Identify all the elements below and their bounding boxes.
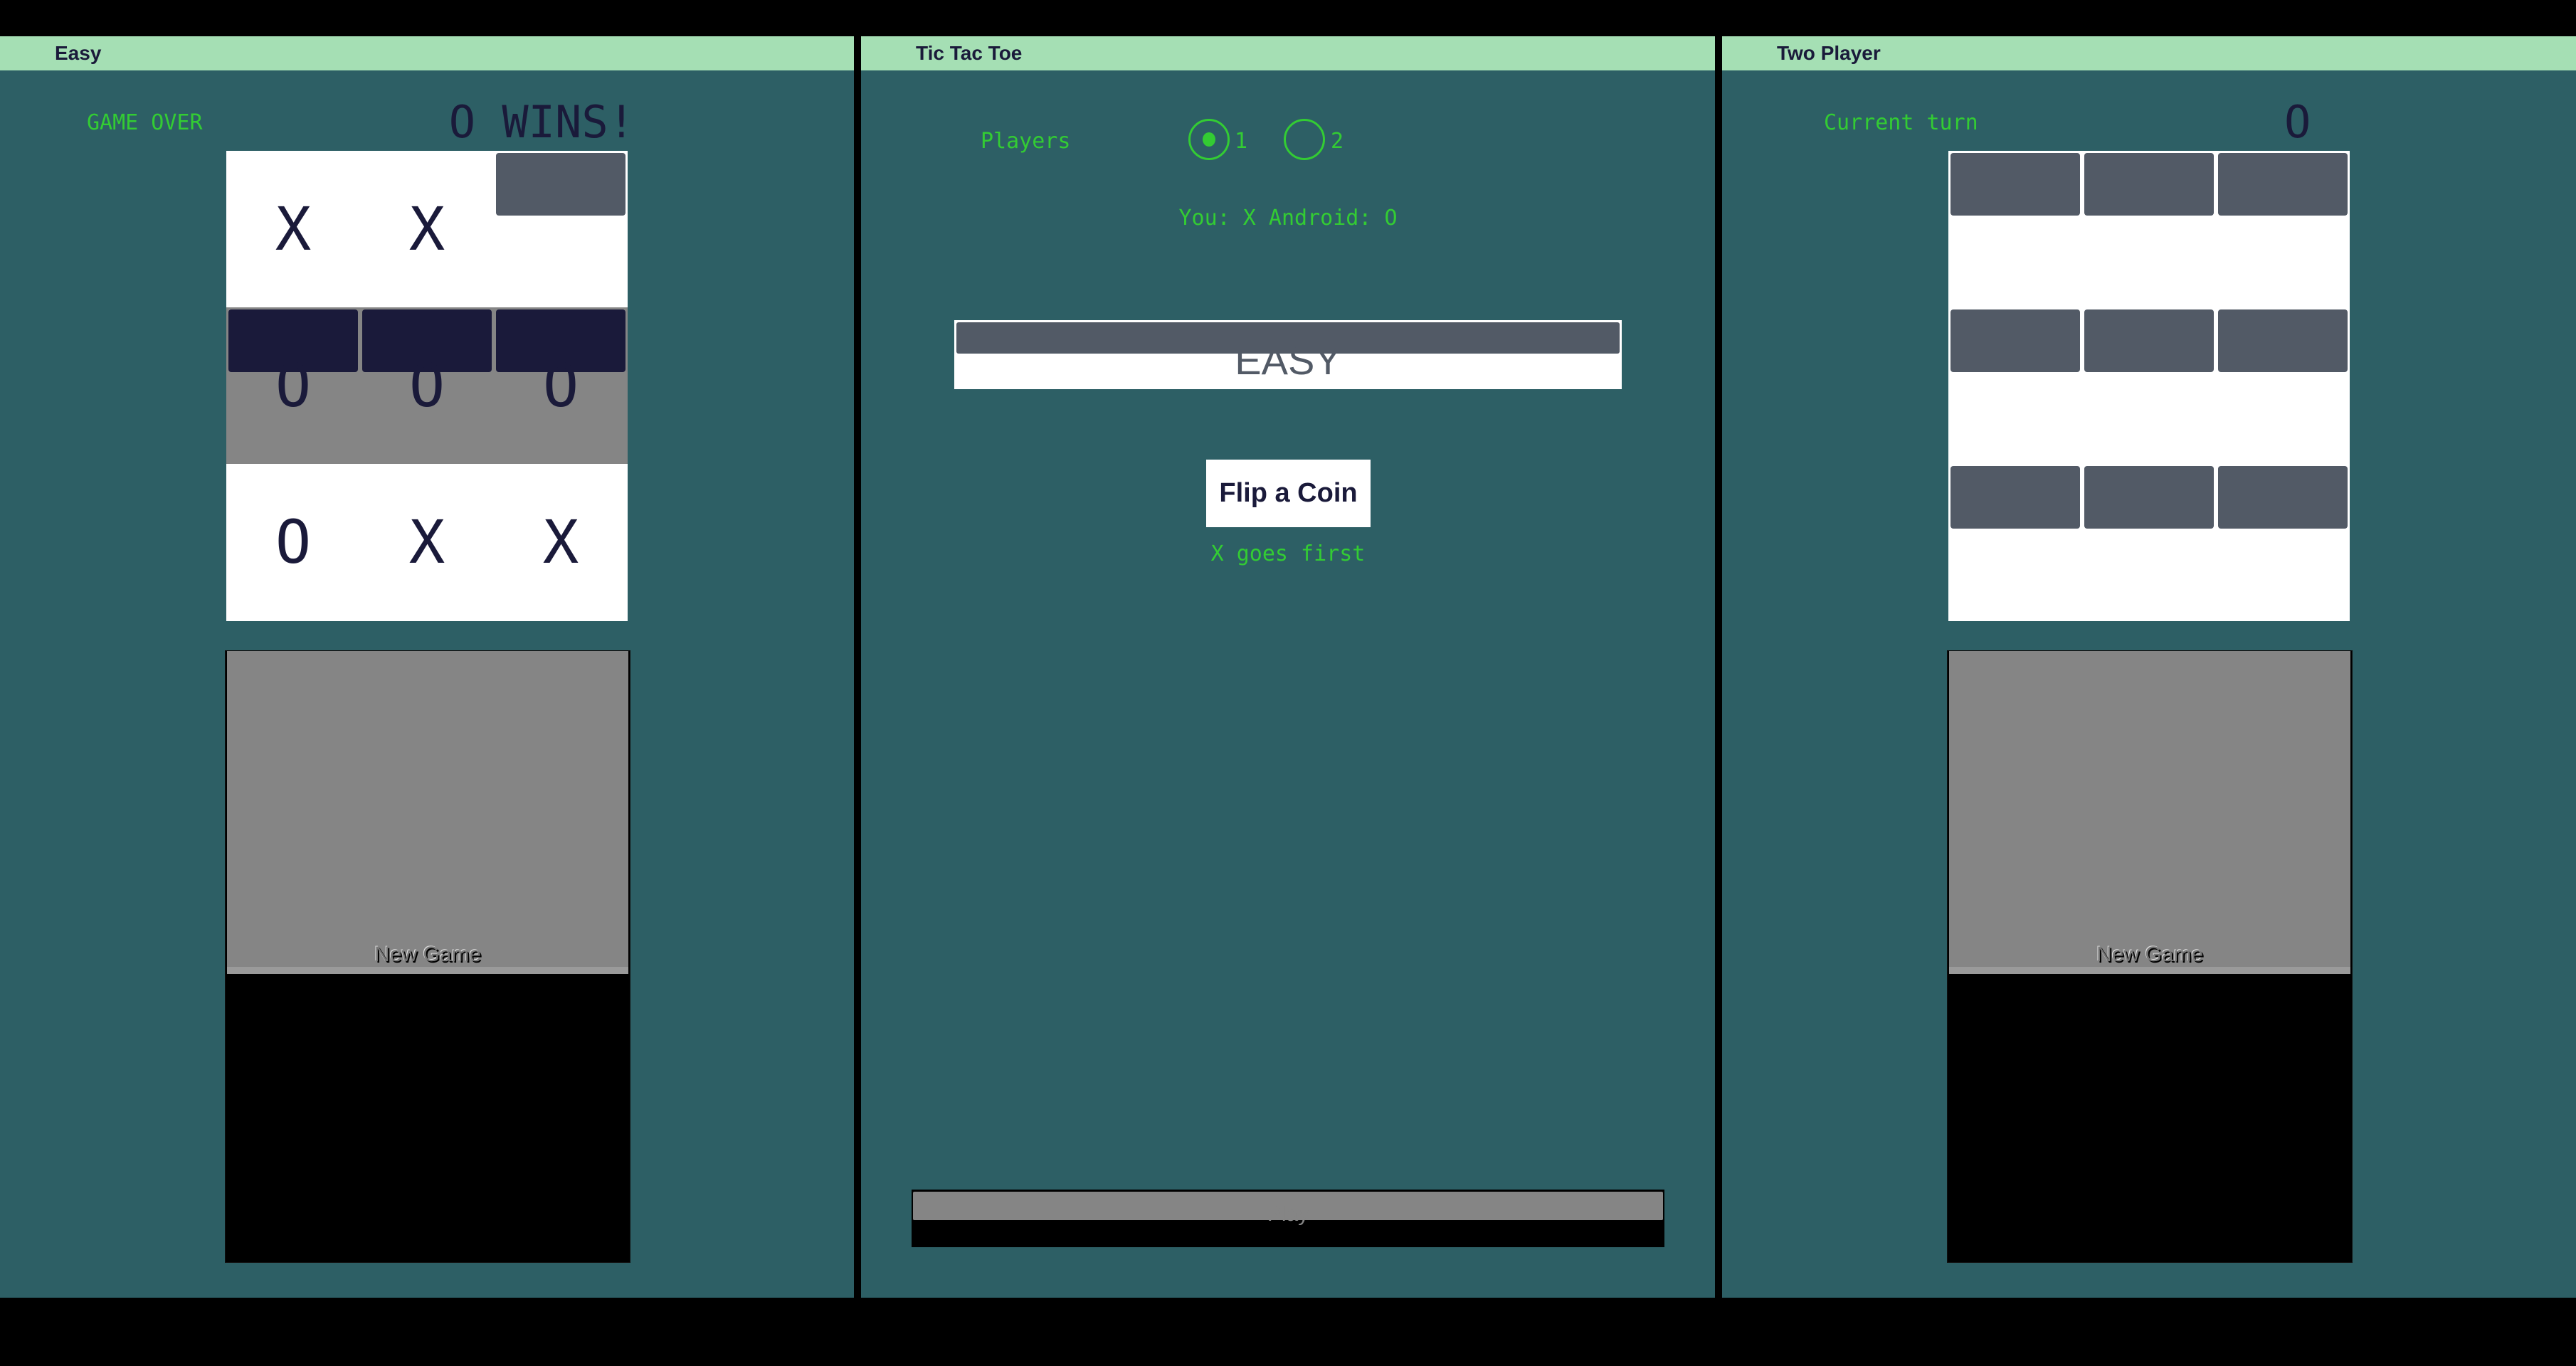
coin-result: X goes first: [1210, 541, 1366, 566]
play-label: Play: [1267, 1202, 1309, 1226]
player-assignment: You: X Android: O: [1178, 206, 1398, 231]
board-cell-0-2[interactable]: [2216, 151, 2350, 307]
cell-button-face: [2084, 466, 2214, 529]
board-cell-1-1[interactable]: O: [360, 307, 494, 464]
board-cell-0-1[interactable]: [2082, 151, 2216, 307]
app-bar-title: Two Player: [1777, 42, 1881, 64]
flip-coin-button[interactable]: Flip a Coin: [1206, 460, 1371, 527]
cell-mark: O: [542, 351, 579, 420]
cell-button-face: [1951, 309, 2080, 372]
app-bar: Easy: [0, 36, 854, 70]
difficulty-value: EASY: [1235, 338, 1341, 383]
cell-button-face: [1951, 153, 2080, 216]
cell-button-face: [496, 153, 625, 216]
board-cell-0-0[interactable]: [1948, 151, 2082, 307]
cell-mark: O: [275, 507, 312, 577]
turn-value: O: [2284, 96, 2311, 148]
cell-mark: X: [542, 507, 579, 577]
board-cell-2-1[interactable]: [2082, 464, 2216, 620]
app-bar-title: Tic Tac Toe: [916, 42, 1023, 64]
cell-mark: X: [408, 194, 445, 264]
app-bar-title: Easy: [55, 42, 102, 64]
radio-selected-dot: [1203, 132, 1215, 147]
players-radio-2[interactable]: [1284, 119, 1325, 160]
cell-button-face: [2218, 309, 2348, 372]
board-cell-1-0[interactable]: O: [226, 307, 360, 464]
players-option-2-label: 2: [1331, 129, 1344, 154]
players-label: Players: [981, 129, 1071, 154]
board-cell-1-2[interactable]: [2216, 307, 2350, 464]
board-cell-2-1[interactable]: X: [360, 464, 494, 620]
board-cell-2-2[interactable]: X: [494, 464, 628, 620]
app-bar: Two Player: [1722, 36, 2576, 70]
cell-button-face: [2084, 309, 2214, 372]
new-game-label: New Game: [374, 943, 482, 966]
cell-button-face: [2218, 153, 2348, 216]
game-result: O WINS!: [448, 96, 635, 148]
cell-mark: X: [275, 194, 312, 264]
difficulty-spinner[interactable]: EASY: [954, 320, 1622, 389]
app-bar: Tic Tac Toe: [861, 36, 1715, 70]
board-cell-1-1[interactable]: [2082, 307, 2216, 464]
game-board: [1948, 151, 2350, 621]
board-cell-1-0[interactable]: [1948, 307, 2082, 464]
game-board: X X O O O O X X: [226, 151, 628, 621]
new-game-label: New Game: [2096, 943, 2204, 966]
cell-button-face: [2084, 153, 2214, 216]
cell-mark: O: [275, 351, 312, 420]
players-option-1-label: 1: [1235, 129, 1248, 154]
easy-game-panel: Easy GAME OVER O WINS! X X O O O O X X New Game: [0, 36, 854, 1298]
cell-button-face: [1951, 466, 2080, 529]
new-game-button[interactable]: New Game: [225, 650, 630, 1263]
board-cell-0-1[interactable]: X: [360, 151, 494, 307]
cell-button-face: [2218, 466, 2348, 529]
game-status: GAME OVER: [87, 110, 203, 135]
board-cell-2-0[interactable]: O: [226, 464, 360, 620]
cell-mark: O: [408, 351, 445, 420]
setup-panel: Tic Tac Toe Players 1 2 You: X Android: …: [861, 36, 1715, 1298]
board-cell-2-0[interactable]: [1948, 464, 2082, 620]
play-button[interactable]: Play: [912, 1190, 1664, 1247]
board-cell-0-2[interactable]: [494, 151, 628, 307]
turn-label: Current turn: [1824, 110, 1978, 135]
board-cell-0-0[interactable]: X: [226, 151, 360, 307]
cell-mark: X: [408, 507, 445, 577]
board-cell-1-2[interactable]: O: [494, 307, 628, 464]
board-cell-2-2[interactable]: [2216, 464, 2350, 620]
players-radio-1[interactable]: [1188, 119, 1230, 160]
new-game-button[interactable]: New Game: [1947, 650, 2353, 1263]
two-player-panel: Two Player Current turn O New Game: [1722, 36, 2576, 1298]
